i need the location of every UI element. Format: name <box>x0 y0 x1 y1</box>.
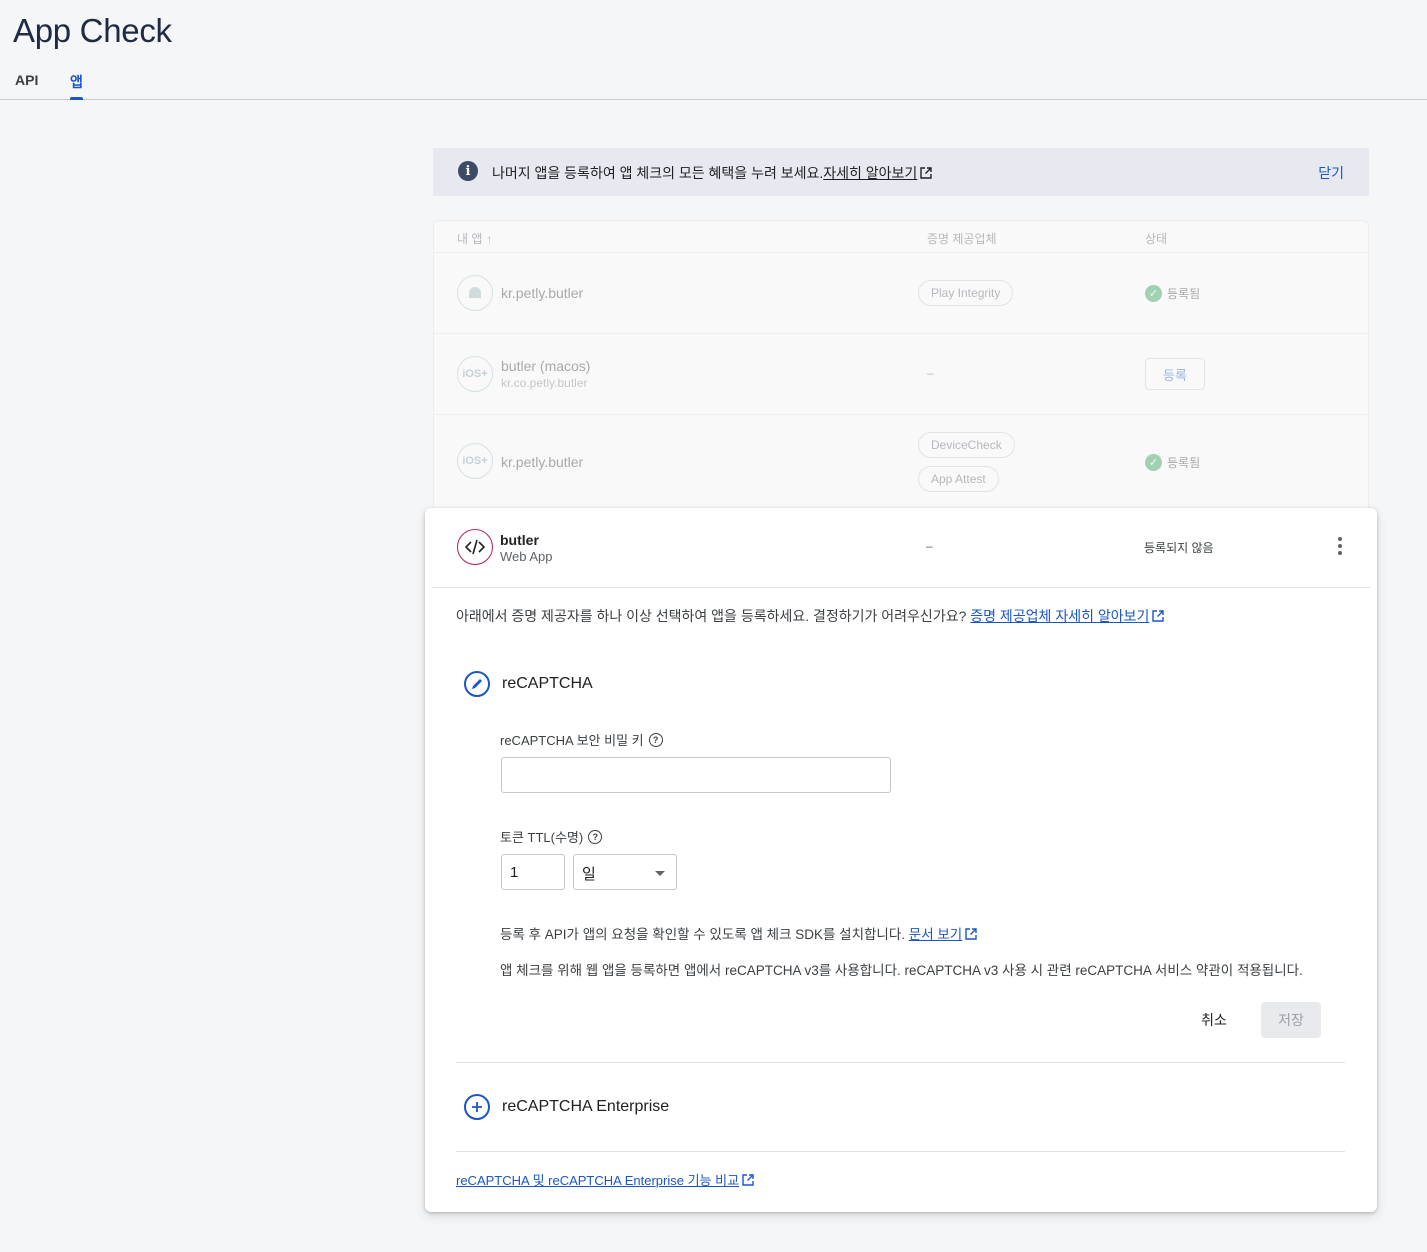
app-bundle-id: kr.co.petly.butler <box>501 376 588 390</box>
table-row[interactable]: iOS+ butler (macos) kr.co.petly.butler –… <box>434 333 1368 414</box>
ttl-value-input[interactable] <box>501 854 565 890</box>
ttl-unit-select[interactable]: 일 <box>573 854 677 890</box>
info-banner: i 나머지 앱을 등록하여 앱 체크의 모든 혜택을 누려 보세요.자세히 알아… <box>433 148 1369 196</box>
docs-link[interactable]: 문서 보기 <box>909 927 977 942</box>
app-name: kr.petly.butler <box>501 285 584 301</box>
provider-chip: DeviceCheck <box>918 432 1015 458</box>
add-circle-icon[interactable] <box>464 1094 490 1120</box>
table-row[interactable]: iOS+ kr.petly.butler DeviceCheck App Att… <box>434 414 1368 519</box>
status-registered: ✓ 등록됨 <box>1145 285 1200 302</box>
divider <box>456 1151 1345 1152</box>
token-ttl-label: 토큰 TTL(수명) ? <box>500 827 603 846</box>
more-vert-icon[interactable] <box>1337 537 1343 557</box>
app-name: kr.petly.butler <box>501 454 584 470</box>
banner-message: 나머지 앱을 등록하여 앱 체크의 모든 혜택을 누려 보세요. <box>492 165 824 181</box>
table-row[interactable]: kr.petly.butler Play Integrity ✓ 등록됨 <box>434 252 1368 333</box>
column-header-status: 상태 <box>1145 232 1168 246</box>
provider-learn-more-link[interactable]: 증명 제공업체 자세히 알아보기 <box>970 608 1165 624</box>
divider <box>432 587 1370 588</box>
external-link-icon <box>742 1174 754 1186</box>
app-name: butler <box>500 532 539 548</box>
terms-note: 앱 체크를 위해 웹 앱을 등록하면 앱에서 reCAPTCHA v3를 사용합… <box>500 963 1303 978</box>
secret-key-input[interactable] <box>501 757 891 793</box>
help-icon[interactable]: ? <box>588 829 603 844</box>
status-registered: ✓ 등록됨 <box>1145 454 1200 471</box>
save-button[interactable]: 저장 <box>1261 1002 1321 1038</box>
compare-features-link[interactable]: reCAPTCHA 및 reCAPTCHA Enterprise 기능 비교 <box>456 1170 754 1189</box>
external-link-icon <box>920 167 933 179</box>
edit-pencil-icon[interactable] <box>464 671 490 697</box>
app-platform: Web App <box>500 549 553 564</box>
app-name: butler (macos) <box>501 358 591 374</box>
external-link-icon <box>1152 610 1165 622</box>
apps-table: 내 앱 ↑ 증명 제공업체 상태 kr.petly.butler Play Int… <box>433 220 1369 520</box>
secret-key-label: reCAPTCHA 보안 비밀 키 ? <box>500 730 663 749</box>
column-header-app[interactable]: 내 앱 ↑ <box>457 230 492 247</box>
intro-text: 아래에서 증명 제공자를 하나 이상 선택하여 앱을 등록하세요. 결정하기가 … <box>456 606 1165 626</box>
cancel-button[interactable]: 취소 <box>1192 1003 1236 1037</box>
banner-close-button[interactable]: 닫기 <box>1318 163 1344 183</box>
info-icon: i <box>458 161 478 181</box>
web-app-code-icon <box>457 529 493 565</box>
app-registration-panel: butler Web App – 등록되지 않음 아래에서 증명 제공자를 하나… <box>425 508 1377 1212</box>
help-icon[interactable]: ? <box>648 732 663 747</box>
sort-arrow-up-icon: ↑ <box>486 232 493 246</box>
recaptcha-title: reCAPTCHA <box>502 675 593 692</box>
tab-api[interactable]: API <box>15 72 38 88</box>
provider-chip: Play Integrity <box>918 280 1014 306</box>
divider <box>456 1062 1345 1063</box>
provider-empty: – <box>927 366 934 380</box>
ios-icon: iOS+ <box>457 356 493 392</box>
check-circle-icon: ✓ <box>1145 454 1162 471</box>
provider-empty: – <box>926 539 933 553</box>
android-icon <box>457 275 493 311</box>
provider-chip: App Attest <box>918 466 999 492</box>
ios-icon: iOS+ <box>457 443 493 479</box>
status-badge: 등록되지 않음 <box>1144 541 1214 555</box>
banner-learn-more-link[interactable]: 자세히 알아보기 <box>823 165 933 181</box>
recaptcha-enterprise-title: reCAPTCHA Enterprise <box>502 1098 670 1115</box>
column-header-provider: 증명 제공업체 <box>927 232 997 246</box>
page-title: App Check <box>13 12 172 49</box>
dropdown-arrow-icon <box>655 871 665 876</box>
tab-bar: API 앱 <box>0 62 1427 100</box>
tab-apps[interactable]: 앱 <box>70 72 83 100</box>
ttl-unit-value: 일 <box>582 866 596 883</box>
sdk-note: 등록 후 API가 앱의 요청을 확인할 수 있도록 앱 체크 SDK를 설치합… <box>500 923 977 943</box>
register-button[interactable]: 등록 <box>1145 358 1205 390</box>
external-link-icon <box>965 928 977 940</box>
check-circle-icon: ✓ <box>1145 285 1162 302</box>
